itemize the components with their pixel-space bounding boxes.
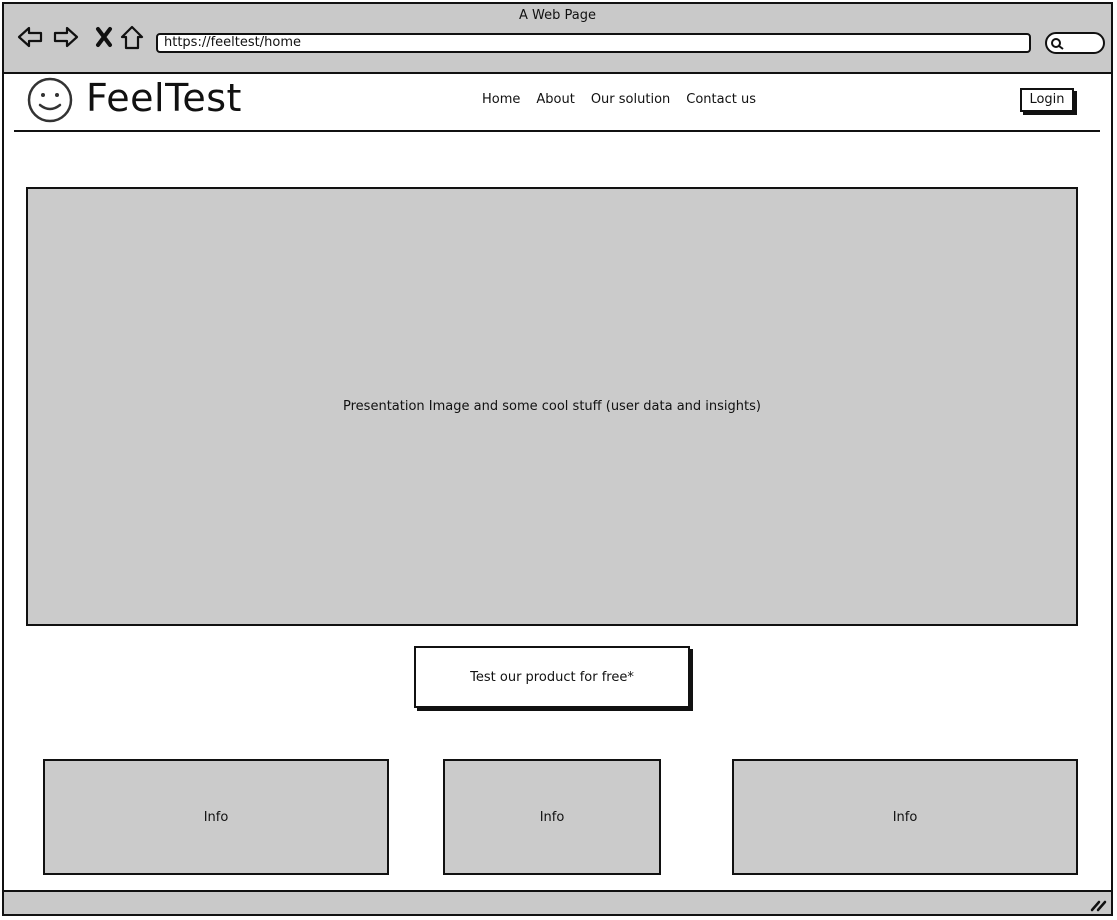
nav-contact-us[interactable]: Contact us (686, 92, 756, 107)
info-label: Info (203, 809, 229, 825)
nav-our-solution[interactable]: Our solution (591, 92, 670, 107)
login-button[interactable]: Login (1020, 88, 1074, 112)
info-label: Info (892, 809, 918, 825)
back-icon[interactable] (16, 23, 44, 51)
address-bar[interactable]: https://feeltest/home (156, 33, 1031, 53)
window-title: A Web Page (519, 8, 596, 23)
home-icon[interactable] (118, 23, 146, 51)
brand-name[interactable]: FeelTest (86, 76, 242, 120)
info-box-3: Info (732, 759, 1078, 875)
browser-chrome: A Web Page https://feeltest/home (4, 4, 1111, 74)
nav-home[interactable]: Home (482, 92, 520, 107)
nav-about[interactable]: About (536, 92, 574, 107)
info-box-2: Info (443, 759, 661, 875)
site-header: FeelTest Home About Our solution Contact… (14, 72, 1100, 132)
smiley-logo-icon[interactable] (26, 76, 74, 124)
forward-icon[interactable] (52, 23, 80, 51)
resize-grip-icon[interactable] (1089, 896, 1107, 912)
close-icon[interactable] (90, 23, 118, 51)
search-icon (1051, 38, 1064, 50)
hero-caption: Presentation Image and some cool stuff (… (343, 399, 761, 414)
info-label: Info (539, 809, 565, 825)
free-trial-button[interactable]: Test our product for free* (414, 646, 690, 708)
free-trial-label: Test our product for free* (470, 669, 634, 685)
search-button[interactable] (1045, 32, 1105, 54)
info-box-1: Info (43, 759, 389, 875)
presentation-image-placeholder: Presentation Image and some cool stuff (… (26, 187, 1078, 626)
main-nav: Home About Our solution Contact us (482, 92, 756, 107)
status-bar (4, 890, 1111, 914)
